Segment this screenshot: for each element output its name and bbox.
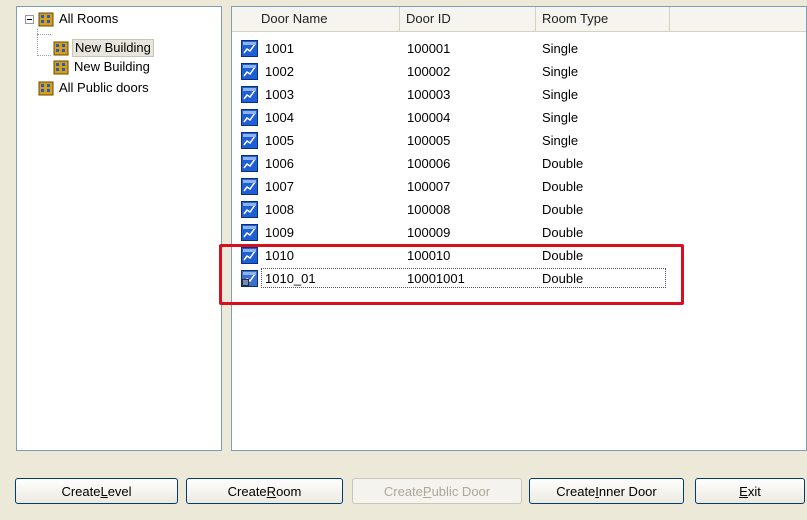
create-public-door-button[interactable]: Create Public Door: [352, 478, 522, 504]
mnemonic-key: R: [266, 483, 277, 499]
table-row[interactable]: 1007 100007 Double: [232, 175, 806, 198]
mnemonic-key: L: [100, 483, 108, 499]
cell-door-name: 1001: [265, 41, 294, 56]
tree-label: All Public doors: [59, 80, 149, 95]
cell-door-name: 1004: [265, 110, 294, 125]
building-tree[interactable]: All Rooms New Building New Building All …: [16, 6, 222, 451]
cell-room-type: Single: [542, 133, 579, 148]
door-icon: [241, 132, 258, 149]
cell-door-id: 100005: [407, 133, 451, 148]
table-row[interactable]: 1004 100004 Single: [232, 106, 806, 129]
cell-door-name: 1008: [265, 202, 294, 217]
table-row[interactable]: 1006 100006 Double: [232, 152, 806, 175]
door-icon: [241, 86, 258, 103]
table-row[interactable]: 1005 100005 Single: [232, 129, 806, 152]
column-header-door-name[interactable]: Door Name: [232, 7, 400, 31]
button-label: Create: [383, 483, 423, 499]
cell-door-name: 1005: [265, 133, 294, 148]
cell-door-id: 100007: [407, 179, 451, 194]
cell-door-id: 100009: [407, 225, 451, 240]
cell-door-id: 100002: [407, 64, 451, 79]
column-header-door-id[interactable]: Door ID: [400, 7, 536, 31]
cell-room-type: Single: [542, 87, 579, 102]
cell-room-type: Double: [542, 179, 584, 194]
tree-label: All Rooms: [59, 11, 119, 26]
cell-door-name: 1003: [265, 87, 294, 102]
table-row[interactable]: 1003 100003 Single: [232, 83, 806, 106]
button-label: Create: [61, 483, 101, 499]
cell-door-id: 100008: [407, 202, 451, 217]
table-row[interactable]: 1008 100008 Double: [232, 198, 806, 221]
table-row[interactable]: 1009 100009 Double: [232, 221, 806, 244]
cell-room-type: Single: [542, 41, 579, 56]
building-icon: [38, 12, 54, 27]
cell-room-type: Double: [542, 202, 584, 217]
tree-connector: [37, 55, 51, 56]
button-label: nner Door: [598, 483, 657, 499]
list-header: Door Name Door ID Room Type: [232, 7, 806, 32]
highlight-annotation: [219, 244, 684, 305]
cell-room-type: Double: [542, 225, 584, 240]
cell-door-name: 1009: [265, 225, 294, 240]
door-icon: [241, 40, 258, 57]
door-icon: [241, 178, 258, 195]
door-icon: [241, 63, 258, 80]
table-row[interactable]: 1001 100001 Single: [232, 37, 806, 60]
tree-label: New Building: [74, 59, 150, 74]
create-inner-door-button[interactable]: Create Inner Door: [529, 478, 684, 504]
door-list[interactable]: Door Name Door ID Room Type 1001 100001 Si…: [231, 6, 807, 451]
tree-node-new-building-1[interactable]: New Building: [53, 38, 154, 58]
tree-node-new-building-2[interactable]: New Building: [53, 57, 152, 77]
collapse-icon[interactable]: [25, 14, 34, 24]
cell-door-name: 1006: [265, 156, 294, 171]
mnemonic-key: E: [739, 483, 748, 499]
tree-node-all-rooms[interactable]: All Rooms: [25, 9, 120, 29]
cell-room-type: Double: [542, 156, 584, 171]
building-icon: [53, 41, 69, 56]
create-room-button[interactable]: Create Room: [186, 478, 343, 504]
cell-door-name: 1007: [265, 179, 294, 194]
cell-door-name: 1002: [265, 64, 294, 79]
tree-connector: [37, 34, 51, 35]
create-level-button[interactable]: Create Level: [15, 478, 178, 504]
button-label: evel: [107, 483, 132, 499]
exit-button[interactable]: Exit: [695, 478, 805, 504]
cell-room-type: Single: [542, 64, 579, 79]
building-icon: [38, 81, 54, 96]
button-label: Create: [556, 483, 596, 499]
tree-label: New Building: [72, 39, 154, 57]
cell-door-id: 100006: [407, 156, 451, 171]
button-label: xit: [747, 483, 761, 499]
door-icon: [241, 109, 258, 126]
button-label: oom: [276, 483, 302, 499]
cell-door-id: 100004: [407, 110, 451, 125]
button-label: Create: [227, 483, 267, 499]
cell-door-id: 100003: [407, 87, 451, 102]
door-icon: [241, 155, 258, 172]
button-label: ublic Door: [431, 483, 491, 499]
cell-room-type: Single: [542, 110, 579, 125]
mnemonic-key: P: [422, 483, 432, 499]
cell-door-id: 100001: [407, 41, 451, 56]
door-icon: [241, 201, 258, 218]
tree-node-all-public-doors[interactable]: All Public doors: [38, 78, 151, 98]
table-row[interactable]: 1002 100002 Single: [232, 60, 806, 83]
column-header-room-type[interactable]: Room Type: [536, 7, 670, 31]
building-icon: [53, 60, 69, 75]
door-icon: [241, 224, 258, 241]
